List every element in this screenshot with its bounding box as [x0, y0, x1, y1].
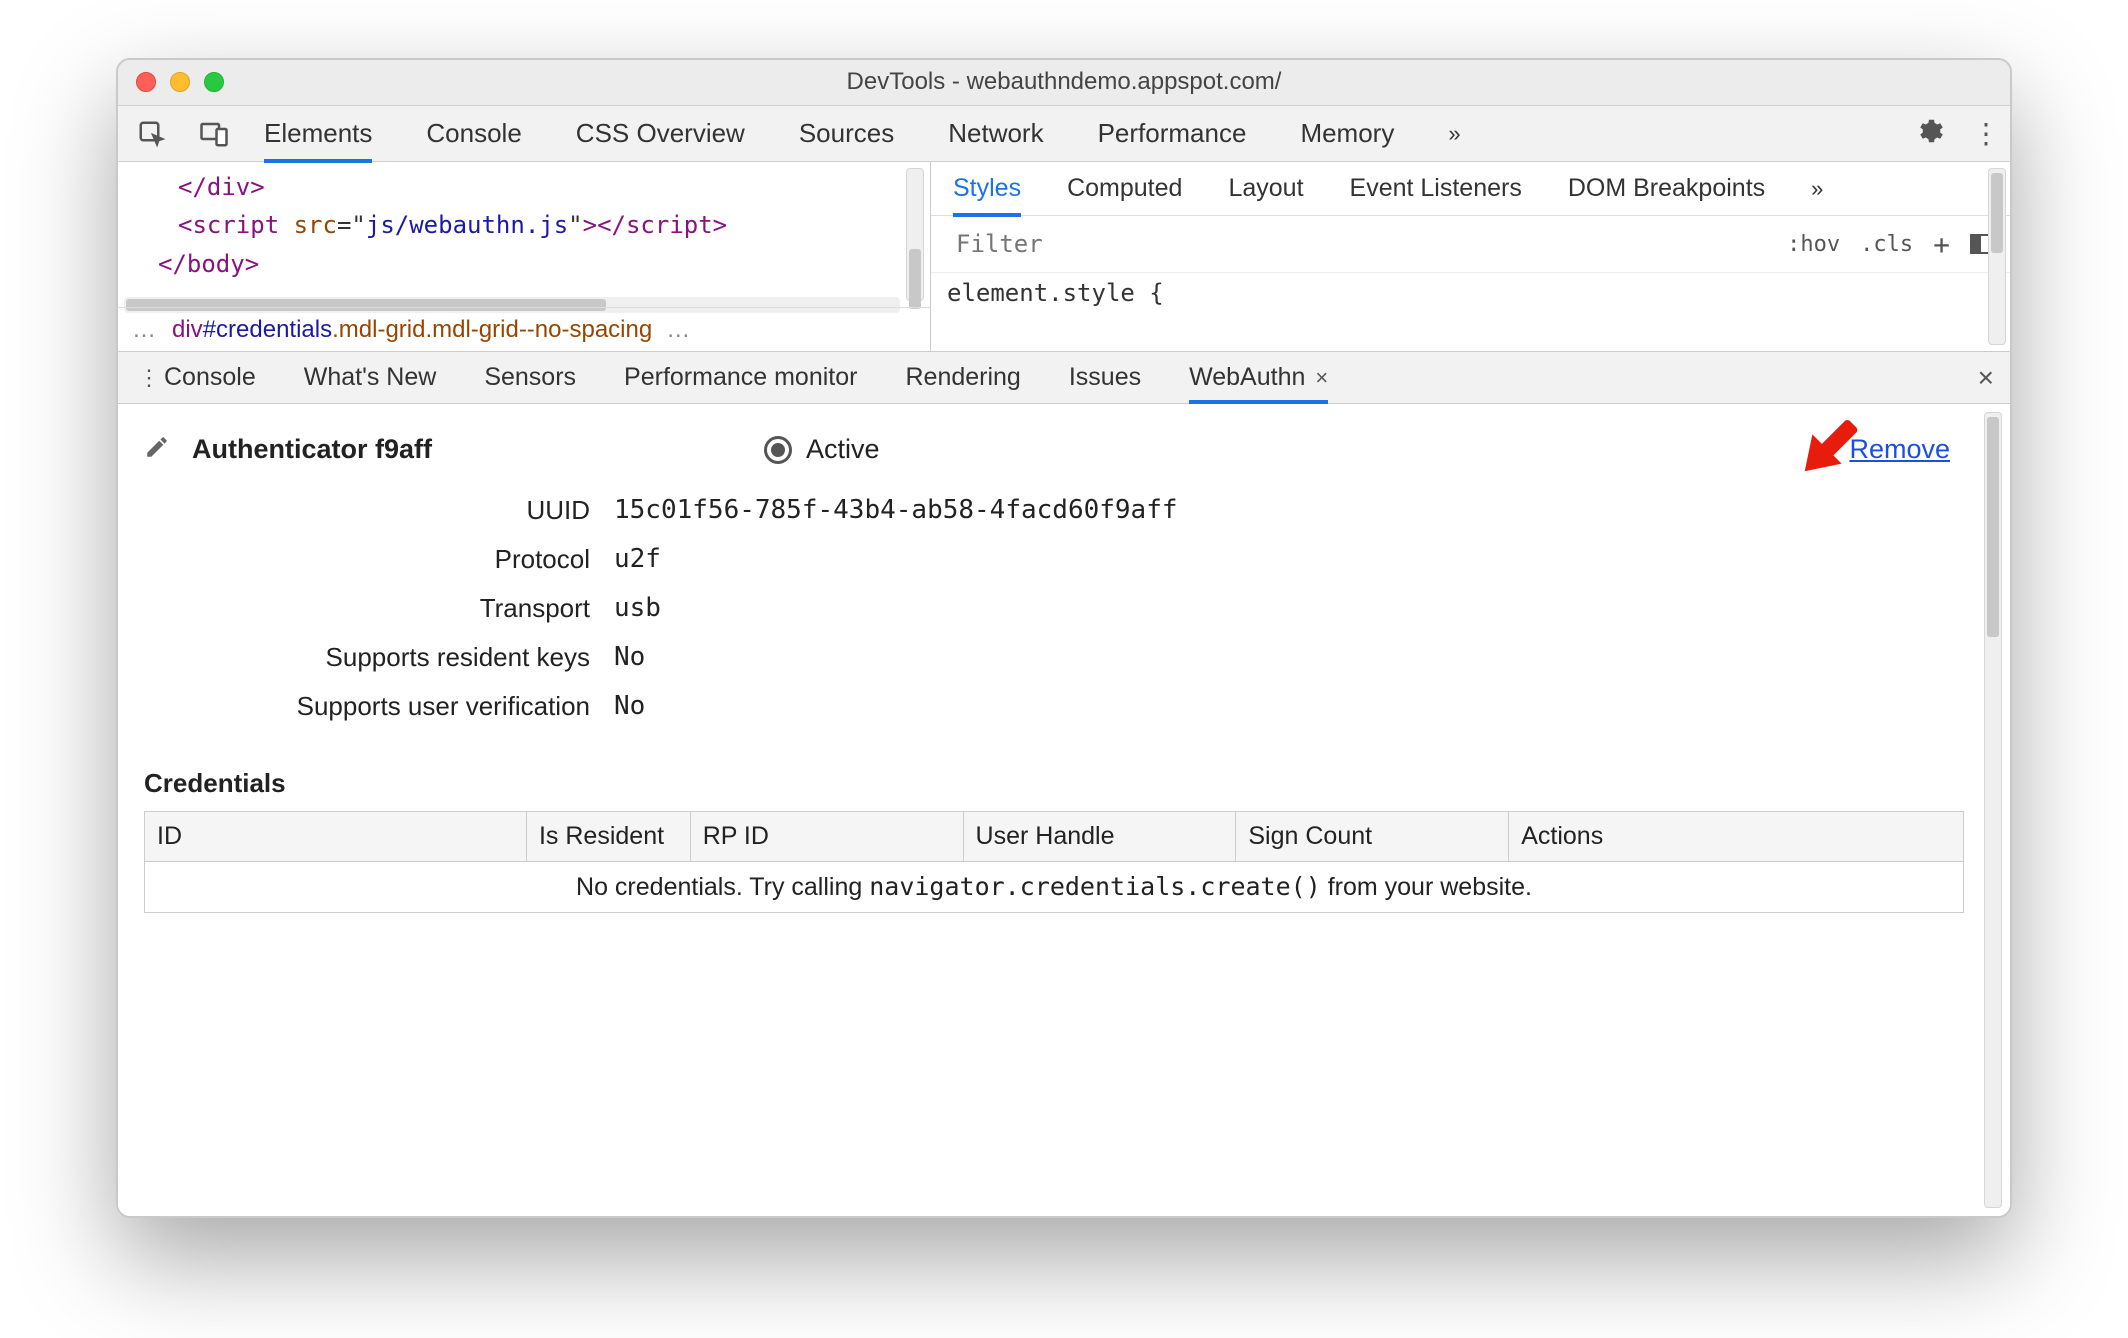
- styles-tab-eventlisteners[interactable]: Event Listeners: [1350, 174, 1522, 203]
- device-toolbar-icon[interactable]: [194, 114, 234, 154]
- drawer-tab-whatsnew[interactable]: What's New: [304, 363, 437, 392]
- col-signcount: Sign Count: [1236, 812, 1509, 862]
- close-tab-icon[interactable]: ×: [1315, 365, 1328, 391]
- hov-toggle[interactable]: :hov: [1787, 232, 1840, 257]
- tab-console[interactable]: Console: [426, 118, 521, 149]
- active-radio[interactable]: Active: [764, 434, 880, 465]
- col-resident: Is Resident: [526, 812, 690, 862]
- main-tab-strip: Elements Console CSS Overview Sources Ne…: [118, 106, 2010, 162]
- credentials-empty-row: No credentials. Try calling navigator.cr…: [145, 862, 1964, 913]
- styles-tab-dombreakpoints[interactable]: DOM Breakpoints: [1568, 174, 1765, 203]
- cls-toggle[interactable]: .cls: [1860, 232, 1913, 257]
- row-value-protocol: u2f: [614, 544, 661, 575]
- elements-panel: </div> <script src="js/webauthn.js"></sc…: [118, 162, 2010, 352]
- col-id: ID: [145, 812, 527, 862]
- drawer-tab-perfmonitor[interactable]: Performance monitor: [624, 363, 857, 392]
- col-rpid: RP ID: [690, 812, 963, 862]
- breadcrumb-right-ellipsis[interactable]: …: [666, 316, 692, 344]
- drawer-tab-issues[interactable]: Issues: [1069, 363, 1141, 392]
- dom-vertical-scrollbar[interactable]: [906, 168, 924, 301]
- styles-tab-layout[interactable]: Layout: [1228, 174, 1303, 203]
- remove-authenticator-link[interactable]: Remove: [1849, 434, 1950, 465]
- styles-filter-input[interactable]: [947, 222, 1777, 266]
- kebab-menu-icon[interactable]: ⋮: [1972, 117, 2000, 150]
- drawer: ⋮ Console What's New Sensors Performance…: [118, 352, 2010, 1216]
- tab-memory[interactable]: Memory: [1300, 118, 1394, 149]
- styles-tab-styles[interactable]: Styles: [953, 174, 1021, 203]
- drawer-tab-webauthn[interactable]: WebAuthn×: [1189, 363, 1328, 392]
- credentials-header: Credentials: [144, 768, 2000, 799]
- row-label-uuid: UUID: [144, 495, 614, 526]
- row-label-protocol: Protocol: [144, 544, 614, 575]
- active-label: Active: [806, 434, 880, 465]
- styles-scrollbar[interactable]: [1988, 168, 2006, 345]
- styles-pane: Styles Computed Layout Event Listeners D…: [930, 162, 2010, 351]
- webauthn-panel: Authenticator f9aff Active Remove UUID15…: [118, 404, 2010, 1216]
- col-actions: Actions: [1509, 812, 1964, 862]
- settings-gear-icon[interactable]: [1914, 116, 1944, 151]
- row-value-transport: usb: [614, 593, 661, 624]
- breadcrumb[interactable]: … div#credentials.mdl-grid.mdl-grid--no-…: [118, 307, 930, 351]
- drawer-tab-rendering[interactable]: Rendering: [905, 363, 1020, 392]
- drawer-tab-sensors[interactable]: Sensors: [484, 363, 576, 392]
- drawer-menu-icon[interactable]: ⋮: [134, 365, 164, 391]
- tab-network[interactable]: Network: [948, 118, 1043, 149]
- webauthn-scrollbar[interactable]: [1984, 412, 2002, 1208]
- row-label-residentkeys: Supports resident keys: [144, 642, 614, 673]
- radio-dot-icon: [764, 436, 792, 464]
- authenticator-title: Authenticator f9aff: [192, 434, 432, 465]
- row-label-userverification: Supports user verification: [144, 691, 614, 722]
- breadcrumb-left-ellipsis[interactable]: …: [132, 316, 158, 344]
- row-value-uuid: 15c01f56-785f-43b4-ab58-4facd60f9aff: [614, 495, 1178, 526]
- authenticator-details: UUID15c01f56-785f-43b4-ab58-4facd60f9aff…: [144, 495, 2000, 722]
- window-title: DevTools - webauthndemo.appspot.com/: [118, 68, 2010, 96]
- col-userhandle: User Handle: [963, 812, 1236, 862]
- tab-performance[interactable]: Performance: [1098, 118, 1247, 149]
- dom-tree[interactable]: </div> <script src="js/webauthn.js"></sc…: [118, 162, 930, 351]
- breadcrumb-selected[interactable]: div#credentials.mdl-grid.mdl-grid--no-sp…: [172, 316, 652, 344]
- inspect-element-icon[interactable]: [132, 114, 172, 154]
- credentials-table: ID Is Resident RP ID User Handle Sign Co…: [144, 811, 1964, 913]
- tabs-overflow-icon[interactable]: »: [1448, 121, 1460, 147]
- styles-tab-computed[interactable]: Computed: [1067, 174, 1182, 203]
- drawer-tab-console[interactable]: Console: [164, 363, 256, 392]
- tab-sources[interactable]: Sources: [799, 118, 894, 149]
- row-value-userverification: No: [614, 691, 645, 722]
- drawer-close-icon[interactable]: ×: [1978, 362, 1994, 394]
- styles-body[interactable]: element.style {: [931, 273, 2010, 351]
- edit-authenticator-icon[interactable]: [144, 434, 170, 465]
- tab-css-overview[interactable]: CSS Overview: [576, 118, 745, 149]
- row-value-residentkeys: No: [614, 642, 645, 673]
- styles-tabs-overflow-icon[interactable]: »: [1811, 176, 1823, 202]
- tab-elements[interactable]: Elements: [264, 118, 372, 149]
- new-style-rule-icon[interactable]: +: [1933, 228, 1950, 261]
- titlebar: DevTools - webauthndemo.appspot.com/: [118, 60, 2010, 106]
- row-label-transport: Transport: [144, 593, 614, 624]
- devtools-window: DevTools - webauthndemo.appspot.com/ Ele…: [116, 58, 2012, 1218]
